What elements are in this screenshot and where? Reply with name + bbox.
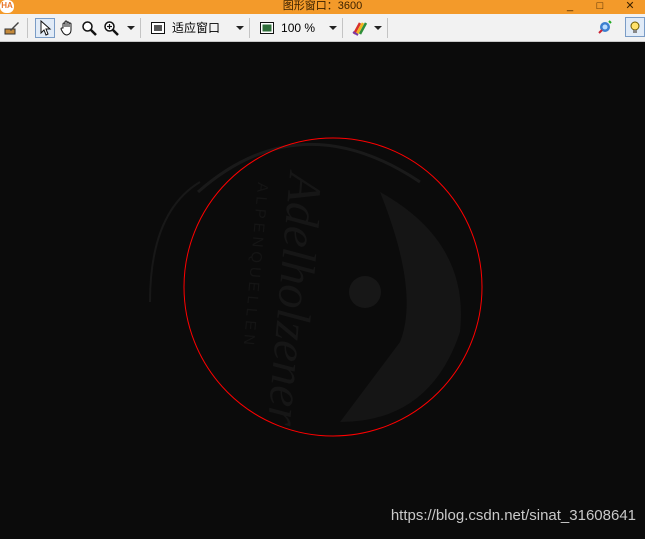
watermark-text: https://blog.csdn.net/sinat_31608641 [390,507,636,524]
image-display: Adelholzener ALPENQUELLEN [0,42,645,534]
cap-emblem-dot [349,276,381,308]
toolbar-separator [27,17,28,38]
color-palette-icon[interactable] [350,18,370,38]
fit-mode-label: 适应窗口 [172,21,221,35]
chevron-down-icon[interactable] [127,25,135,30]
fit-mode-dropdown[interactable]: 适应窗口 [146,18,245,38]
minimize-button[interactable]: _ [555,0,585,14]
chevron-down-icon[interactable] [329,25,338,30]
toolbar-separator [140,17,141,38]
maximize-button[interactable]: □ [585,0,615,14]
zoom-in-dropdown[interactable] [99,18,135,38]
zoom-icon[interactable] [79,18,99,38]
chevron-down-icon[interactable] [374,25,383,30]
camera-icon[interactable] [595,17,615,37]
chevron-down-icon[interactable] [236,25,245,30]
toolbar-right [593,17,645,37]
toolbar-separator [342,17,344,38]
color-dropdown[interactable] [348,18,383,38]
pointer-icon[interactable] [35,17,55,38]
image-canvas[interactable]: Adelholzener ALPENQUELLEN https://blog.c… [0,42,645,534]
window-title: 图形窗口：3600 [282,0,363,12]
title-bar: HA 图形窗口：3600 _ □ ✕ [0,0,645,14]
graphics-toolbar: 适应窗口 100 % [0,14,645,42]
zoom-in-icon[interactable] [101,18,121,38]
zoom-percent-dropdown[interactable]: 100 % [255,18,338,38]
toolbar-separator [249,17,251,38]
fit-window-icon [148,18,168,38]
lightbulb-icon[interactable] [625,17,645,37]
zoom-percent-icon [257,18,277,38]
hand-pan-icon[interactable] [57,18,77,38]
zoom-percent-label: 100 % [281,20,316,35]
edit-icon[interactable] [2,18,22,38]
toolbar-separator [387,17,389,38]
close-button[interactable]: ✕ [615,0,645,14]
window-controls: _ □ ✕ [555,0,645,14]
